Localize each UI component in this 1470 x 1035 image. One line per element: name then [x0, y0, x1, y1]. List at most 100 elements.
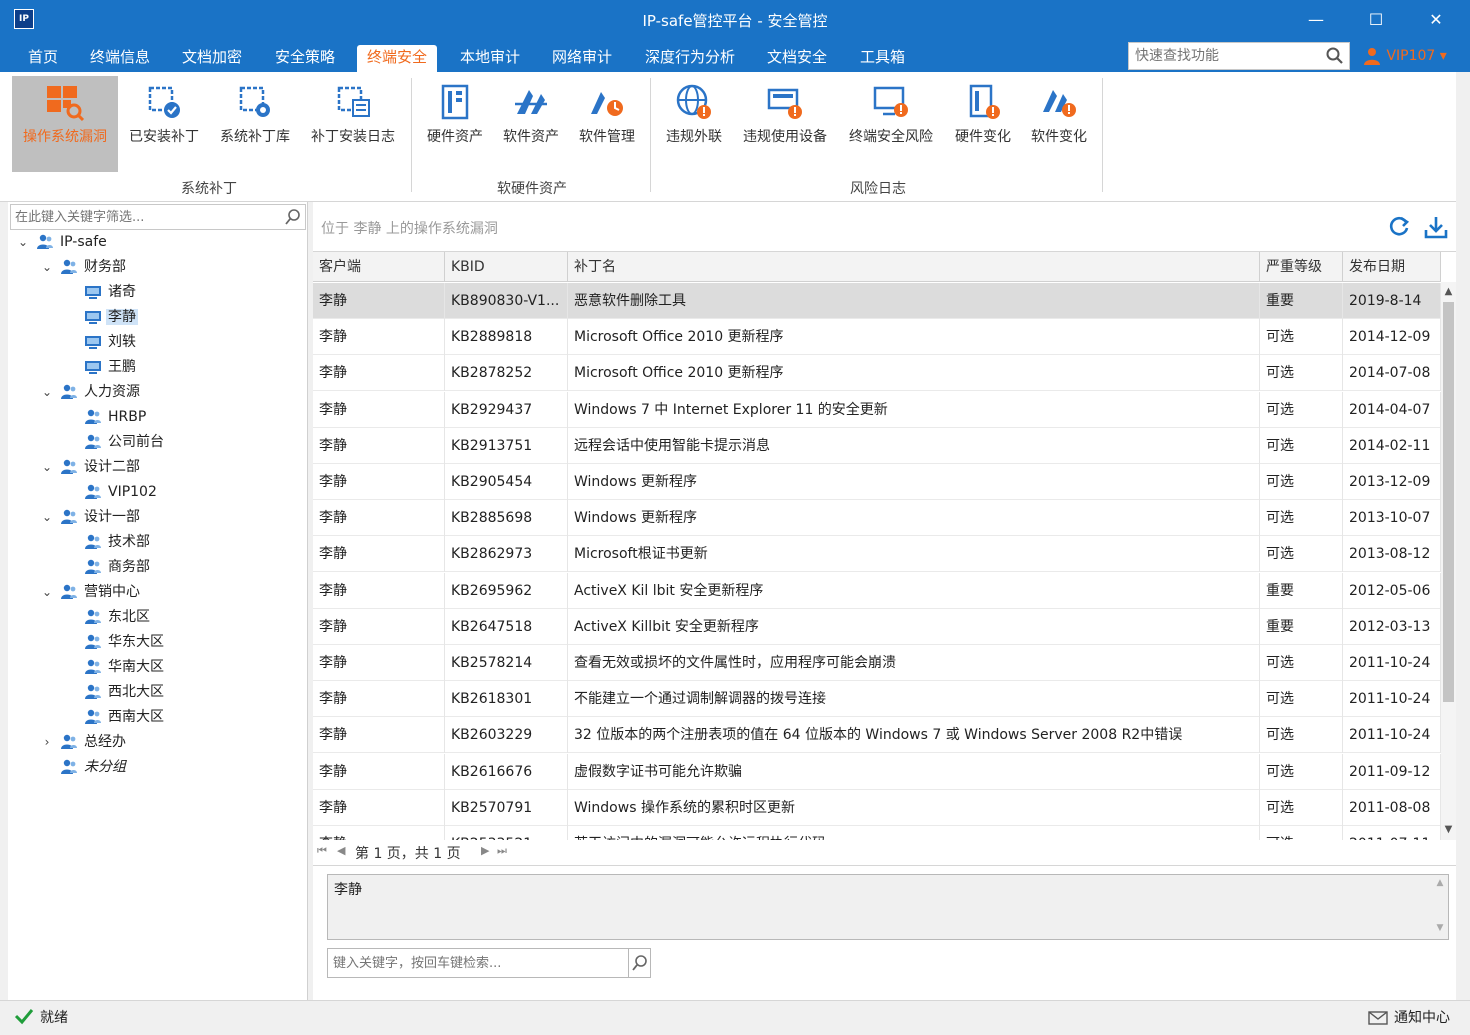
terminal-risk-button[interactable]: 终端安全风险 — [840, 76, 942, 172]
next-page-icon[interactable]: ▶ — [481, 844, 489, 857]
expander-icon[interactable]: ⌄ — [40, 255, 54, 279]
tree-node[interactable]: 西南大区 — [64, 705, 166, 729]
table-row[interactable]: 李静 KB2885698 Windows 更新程序 可选 2013-10-07 — [313, 500, 1441, 537]
tree-node[interactable]: ⌄ 设计二部 — [40, 455, 142, 479]
detail-scroll-up-icon[interactable]: ▲ — [1432, 878, 1448, 888]
table-row[interactable]: 李静 KB2889818 Microsoft Office 2010 更新程序 可选 2… — [313, 319, 1441, 356]
menu-terminal-info[interactable]: 终端信息 — [80, 45, 160, 72]
table-row[interactable]: 李静 KB2929437 Windows 7 中 Internet Explorer… — [313, 391, 1441, 428]
maximize-button[interactable]: ☐ — [1346, 0, 1406, 40]
table-row[interactable]: 李静 KB2878252 Microsoft Office 2010 更新程序 可选 2… — [313, 355, 1441, 392]
table-row[interactable]: 李静 KB2578214 查看无效或损坏的文件属性时，应用程序可能会崩溃 可选 2011… — [313, 645, 1441, 681]
tree-node[interactable]: 刘轶 — [64, 330, 138, 354]
tree-node[interactable]: ⌄ 财务部 — [40, 255, 128, 279]
software-management-button[interactable]: 软件管理 — [570, 76, 644, 172]
column-client[interactable]: 客户端 — [313, 252, 445, 282]
tree-node[interactable]: 华东大区 — [64, 630, 166, 654]
hardware-assets-button[interactable]: 硬件资产 — [418, 76, 492, 172]
menu-security-policy[interactable]: 安全策略 — [265, 45, 345, 72]
scroll-down-icon[interactable]: ▼ — [1441, 822, 1456, 838]
menu-doc-encrypt[interactable]: 文档加密 — [172, 45, 252, 72]
column-severity[interactable]: 严重等级 — [1260, 252, 1343, 282]
tree-node[interactable]: 技术部 — [64, 530, 152, 554]
keyword-search-input[interactable] — [328, 949, 624, 977]
table-row[interactable]: 李静 KB890830-V1... 恶意软件删除工具 重要 2019-8-14 — [313, 283, 1441, 319]
software-change-button[interactable]: 软件变化 — [1022, 76, 1096, 172]
first-page-icon[interactable]: ⏮ — [317, 844, 327, 858]
tree-node[interactable]: 诸奇 — [64, 280, 138, 304]
expander-icon[interactable]: ⌄ — [40, 455, 54, 479]
minimize-button[interactable]: — — [1286, 0, 1346, 40]
patch-log-button[interactable]: 补丁安装日志 — [304, 76, 402, 172]
tree-node[interactable]: › 总经办 — [40, 730, 128, 754]
detail-scroll-down-icon[interactable]: ▼ — [1432, 923, 1448, 933]
menu-doc-security[interactable]: 文档安全 — [757, 45, 837, 72]
menu-network-audit[interactable]: 网络审计 — [542, 45, 622, 72]
tree-node[interactable]: VIP102 — [64, 480, 159, 504]
search-icon[interactable] — [1325, 46, 1345, 66]
close-button[interactable]: ✕ — [1406, 0, 1466, 40]
tree-node[interactable]: 公司前台 — [64, 430, 166, 454]
detail-scrollbar[interactable]: ▲ ▼ — [1432, 875, 1448, 939]
prev-page-icon[interactable]: ◀ — [337, 844, 345, 857]
tree-node[interactable]: 王鹏 — [64, 355, 138, 379]
quick-search-input[interactable] — [1129, 43, 1319, 69]
table-row[interactable]: 李静 KB2913751 远程会话中使用智能卡提示消息 可选 2014-02-11 — [313, 427, 1441, 464]
tree-node[interactable]: 华南大区 — [64, 655, 166, 679]
table-row[interactable]: 李静 KB2695962 ActiveX Kil lbit 安全更新程序 重要 2012… — [313, 572, 1441, 609]
table-row[interactable]: 李静KB2533521若干访问中的漏洞可能允许远程执行代码可选2011-07-1… — [313, 826, 1441, 840]
menu-local-audit[interactable]: 本地审计 — [450, 45, 530, 72]
illegal-device-button[interactable]: 违规使用设备 — [734, 76, 836, 172]
expander-icon[interactable]: ⌄ — [40, 580, 54, 604]
column-kbid[interactable]: KBID — [445, 252, 568, 282]
illegal-outreach-button[interactable]: 违规外联 — [658, 76, 730, 172]
table-row[interactable]: 李静 KB2905454 Windows 更新程序 可选 2013-12-09 — [313, 464, 1441, 500]
scroll-up-icon[interactable]: ▲ — [1441, 284, 1456, 300]
expander-icon[interactable]: ⌄ — [40, 505, 54, 529]
table-row[interactable]: 李静 KB2862973 Microsoft根证书更新 可选 2013-08-12 — [313, 536, 1441, 573]
user-menu[interactable]: VIP107 ▾ — [1362, 44, 1447, 68]
os-vulnerability-button[interactable]: 操作系统漏洞 — [12, 76, 118, 172]
refresh-icon[interactable] — [1387, 214, 1411, 238]
column-patch-name[interactable]: 补丁名 — [568, 252, 1260, 282]
grid-scrollbar[interactable]: ▲ ▼ — [1441, 282, 1456, 840]
tree-filter-input[interactable] — [11, 205, 281, 229]
menu-terminal-security[interactable]: 终端安全 — [357, 45, 438, 72]
group-icon — [61, 259, 77, 274]
menu-toolbox[interactable]: 工具箱 — [850, 45, 915, 72]
tree-node[interactable]: 李静 — [64, 305, 138, 329]
last-page-icon[interactable]: ⏭ — [497, 844, 507, 858]
column-release-date[interactable]: 发布日期 — [1343, 252, 1441, 282]
keyword-search-button[interactable] — [628, 949, 650, 977]
tree-node[interactable]: 商务部 — [64, 555, 152, 579]
tree-node[interactable]: ⌄ 设计一部 — [40, 505, 142, 529]
tree-node[interactable]: ⌄ IP-safe — [16, 230, 109, 254]
expander-icon[interactable]: › — [40, 730, 54, 754]
expander-icon[interactable]: ⌄ — [16, 230, 30, 254]
table-row[interactable]: 李静 KB2616676 虚假数字证书可能允许欺骗 可选 2011-09-12 — [313, 753, 1441, 790]
filter-search-icon[interactable] — [283, 207, 303, 227]
menu-home[interactable]: 首页 — [18, 45, 68, 72]
table-row[interactable]: 李静 KB2570791 Windows 操作系统的累积时区更新 可选 2011-08-… — [313, 789, 1441, 826]
hardware-change-button[interactable]: 硬件变化 — [946, 76, 1020, 172]
tree-node[interactable]: 东北区 — [64, 605, 152, 629]
download-icon[interactable] — [1423, 214, 1449, 240]
cell-kbid: KB2603229 — [445, 717, 568, 754]
tree-node[interactable]: ⌄ 营销中心 — [40, 580, 142, 604]
tree-node[interactable]: 未分组 — [40, 755, 128, 779]
notification-center[interactable]: 通知中心 — [1368, 1007, 1450, 1027]
expander-icon[interactable]: ⌄ — [40, 380, 54, 404]
table-row[interactable]: 李静 KB2603229 32 位版本的两个注册表项的值在 64 位版本的 Wind… — [313, 717, 1441, 754]
tree-node[interactable]: ⌄ 人力资源 — [40, 380, 142, 404]
table-row[interactable]: 李静 KB2618301 不能建立一个通过调制解调器的拨号连接 可选 2011-10-2… — [313, 681, 1441, 718]
detail-textbox[interactable]: 李静 ▲ ▼ — [327, 874, 1449, 940]
scroll-thumb[interactable] — [1443, 302, 1454, 702]
table-row[interactable]: 李静 KB2647518 ActiveX Killbit 安全更新程序 重要 2012-… — [313, 608, 1441, 645]
patch-library-button[interactable]: 系统补丁库 — [210, 76, 300, 172]
software-assets-button[interactable]: 软件资产 — [494, 76, 568, 172]
tree-node[interactable]: HRBP — [64, 405, 148, 429]
menu-behavior-analysis[interactable]: 深度行为分析 — [635, 45, 745, 72]
tree-node[interactable]: 西北大区 — [64, 680, 166, 704]
installed-patches-button[interactable]: 已安装补丁 — [120, 76, 208, 172]
device-warning-icon — [767, 88, 802, 119]
